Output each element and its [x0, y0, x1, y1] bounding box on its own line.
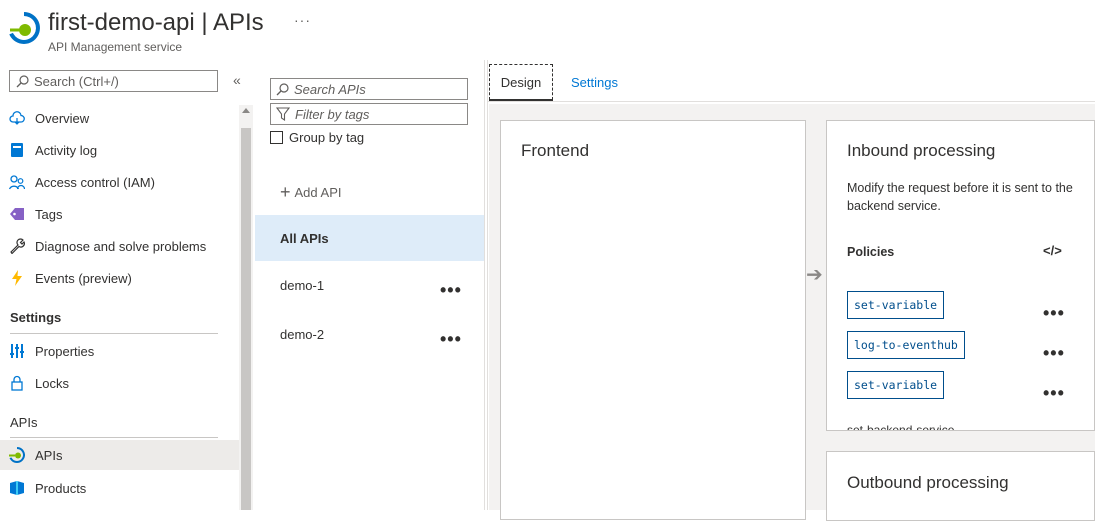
filter-icon — [276, 107, 290, 121]
search-icon — [276, 82, 289, 95]
nav-item-label: Properties — [35, 343, 95, 359]
plus-icon: + — [280, 182, 291, 202]
filter-tags-input[interactable]: Filter by tags — [270, 103, 468, 125]
divider — [487, 60, 488, 510]
search-apis-placeholder: Search APIs — [294, 81, 366, 97]
nav-scrollbar-thumb[interactable] — [241, 128, 251, 510]
inbound-processing-description: Modify the request before it is sent to … — [847, 181, 1073, 213]
nav-item-label: APIs — [35, 447, 63, 463]
policy-more-button[interactable]: ••• — [1043, 384, 1065, 402]
api-item-demo-1[interactable]: demo-1 — [280, 278, 324, 293]
arrow-right-icon: ➔ — [806, 264, 823, 286]
tag-icon — [9, 206, 25, 222]
checkbox-box[interactable] — [270, 131, 283, 144]
nav-item-products[interactable]: Products — [9, 473, 237, 503]
policies-label: Policies — [847, 245, 895, 259]
group-by-tag-label: Group by tag — [289, 130, 365, 145]
add-api-button[interactable]: + Add API — [280, 182, 342, 203]
code-editor-icon[interactable]: </> — [1043, 243, 1062, 258]
api-more-button[interactable]: ••• — [440, 281, 462, 299]
nav-item-label: Access control (IAM) — [35, 174, 155, 190]
group-by-tag-checkbox[interactable]: Group by tag — [270, 130, 364, 145]
inbound-processing-title: Inbound processing — [847, 141, 996, 160]
nav-item-events[interactable]: Events (preview) — [9, 263, 237, 293]
properties-icon — [9, 343, 25, 359]
divider — [488, 101, 1095, 102]
search-apis-input[interactable]: Search APIs — [270, 78, 468, 100]
nav-item-diagnose[interactable]: Diagnose and solve problems — [9, 231, 237, 261]
nav-item-label: Overview — [35, 110, 90, 126]
frontend-panel[interactable] — [500, 120, 806, 520]
divider — [10, 437, 218, 438]
nav-item-locks[interactable]: Locks — [9, 368, 237, 398]
nav-item-label: Products — [35, 480, 87, 496]
page-subtitle: API Management service — [48, 40, 183, 54]
nav-search-input[interactable]: Search (Ctrl+/) — [9, 70, 218, 92]
policy-log-to-eventhub[interactable]: log-to-eventhub — [847, 331, 965, 359]
search-icon — [16, 74, 29, 87]
nav-item-activity-log[interactable]: Activity log — [9, 135, 237, 165]
wrench-icon — [9, 238, 25, 254]
frontend-title: Frontend — [521, 141, 590, 160]
nav-item-label: Diagnose and solve problems — [35, 238, 207, 254]
nav-item-properties[interactable]: Properties — [9, 336, 237, 366]
outbound-processing-title: Outbound processing — [847, 473, 1009, 492]
api-icon — [9, 447, 25, 463]
add-api-label: Add API — [294, 185, 342, 200]
policy-set-variable[interactable]: set-variable — [847, 371, 945, 399]
divider — [10, 333, 218, 334]
apis-section-heading: APIs — [10, 415, 38, 430]
lock-icon — [9, 375, 25, 391]
nav-item-overview[interactable]: Overview — [9, 103, 237, 133]
activity-log-icon — [9, 142, 25, 158]
nav-item-label: Tags — [35, 206, 63, 222]
products-icon — [9, 480, 25, 496]
nav-item-access-control[interactable]: Access control (IAM) — [9, 167, 237, 197]
tab-settings[interactable]: Settings — [571, 75, 618, 90]
nav-item-label: Locks — [35, 375, 69, 391]
api-management-icon — [7, 12, 40, 44]
scroll-up-icon[interactable] — [242, 108, 250, 113]
api-more-button[interactable]: ••• — [440, 330, 462, 348]
lightning-icon — [9, 270, 25, 286]
api-item-demo-2[interactable]: demo-2 — [280, 327, 324, 342]
divider — [484, 60, 485, 510]
nav-item-label: Events (preview) — [35, 270, 132, 286]
policy-more-button[interactable]: ••• — [1043, 304, 1065, 322]
page-title: first-demo-api | APIs — [48, 9, 264, 36]
collapse-nav-button[interactable]: « — [233, 72, 241, 88]
nav-item-label: Activity log — [35, 142, 98, 158]
nav-search-placeholder: Search (Ctrl+/) — [34, 73, 119, 89]
tab-design[interactable]: Design — [489, 64, 553, 100]
policy-more-button[interactable]: ••• — [1043, 344, 1065, 362]
cloud-icon — [9, 110, 25, 126]
nav-item-tags[interactable]: Tags — [9, 199, 237, 229]
filter-tags-placeholder: Filter by tags — [295, 106, 370, 122]
policy-cutoff-text: set-backend-service — [847, 423, 955, 430]
all-apis-label: All APIs — [280, 231, 329, 246]
policy-set-variable[interactable]: set-variable — [847, 291, 945, 319]
more-options-button[interactable]: ··· — [294, 12, 311, 28]
nav-item-apis[interactable]: APIs — [9, 440, 237, 470]
settings-section-heading: Settings — [10, 310, 62, 325]
people-icon — [9, 174, 25, 190]
